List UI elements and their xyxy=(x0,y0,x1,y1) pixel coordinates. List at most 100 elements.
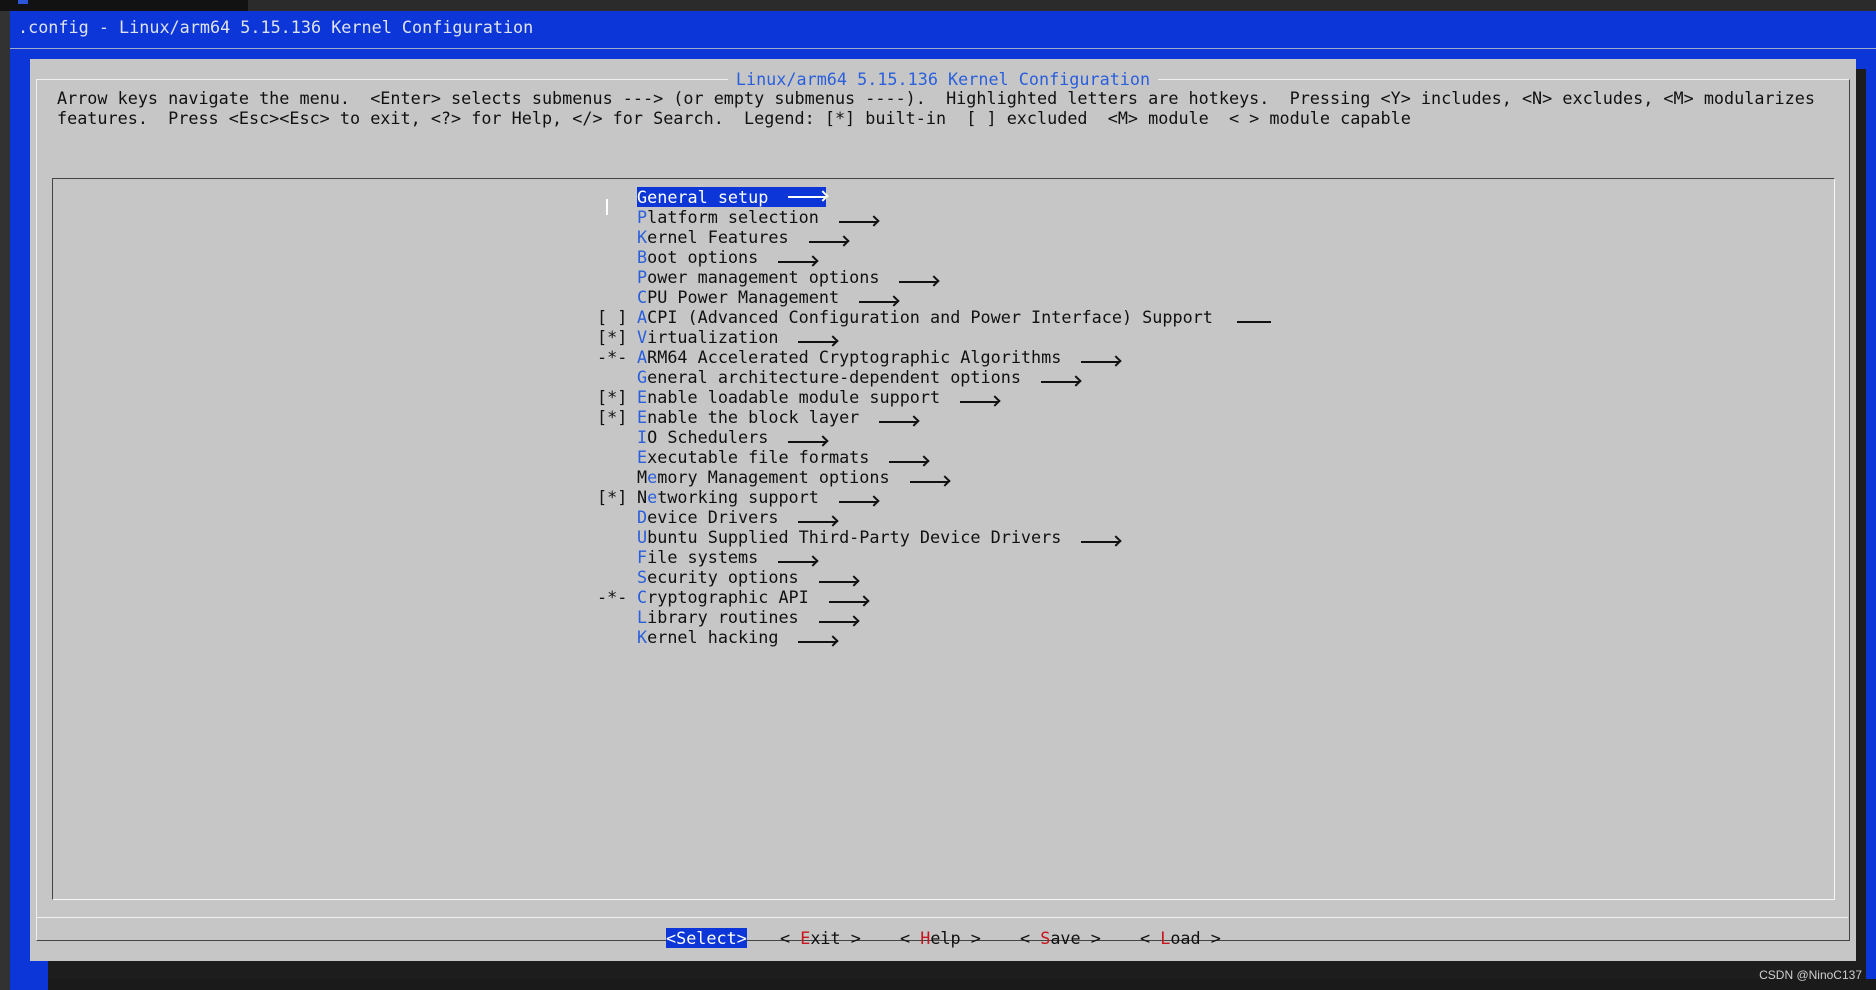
menu-item-hotkey: B xyxy=(637,247,648,267)
menu-item-text: buntu Supplied Third-Party Device Driver… xyxy=(647,527,1062,547)
menu-item[interactable]: Library routines xyxy=(597,607,1271,627)
menu-item[interactable]: Security options xyxy=(597,567,1271,587)
menu-item-text: ile systems xyxy=(647,547,759,567)
load-button-close: > xyxy=(1200,928,1221,948)
dialog-shadow xyxy=(48,961,1866,979)
menu-item[interactable]: -*- ARM64 Accelerated Cryptographic Algor… xyxy=(597,347,1271,367)
exit-button[interactable]: < Exit > xyxy=(780,928,861,948)
menu-item-text: RM64 Accelerated Cryptographic Algorithm… xyxy=(647,347,1062,367)
menu-item-label: General setup xyxy=(637,187,827,207)
menu-item-text: evice Drivers xyxy=(647,507,779,527)
menu-item-hotkey: K xyxy=(637,627,648,647)
menu-item[interactable]: [*] Enable the block layer xyxy=(597,407,1271,427)
menu-item-hotkey: e xyxy=(647,467,658,487)
menu-item-hotkey-lead: N xyxy=(637,487,648,507)
menu-item[interactable]: Kernel hacking xyxy=(597,627,1271,647)
help-text: Arrow keys navigate the menu. <Enter> se… xyxy=(57,88,1826,128)
menu-item-label: Kernel hacking xyxy=(637,627,837,647)
menu-item-text: ernel Features xyxy=(647,227,789,247)
menu-item-label: Ubuntu Supplied Third-Party Device Drive… xyxy=(637,527,1120,547)
button-divider xyxy=(36,917,1848,918)
menu-item[interactable]: Ubuntu Supplied Third-Party Device Drive… xyxy=(597,527,1271,547)
menu-item-hotkey: F xyxy=(637,547,648,567)
menu-item-label: ARM64 Accelerated Cryptographic Algorith… xyxy=(637,347,1120,367)
menu-item-hotkey: G xyxy=(637,187,648,207)
menu-item[interactable]: Memory Management options xyxy=(597,467,1271,487)
submenu-arrow-icon xyxy=(859,301,898,303)
menu-item[interactable]: Power management options xyxy=(597,267,1271,287)
menu-item-label: File systems xyxy=(637,547,817,567)
menu-item-label: ACPI (Advanced Configuration and Power I… xyxy=(637,307,1271,327)
menu-item-hotkey: G xyxy=(637,367,648,387)
menu-item-state: -*- xyxy=(597,587,628,607)
menu-item[interactable]: Device Drivers xyxy=(597,507,1271,527)
menu-item[interactable]: Kernel Features xyxy=(597,227,1271,247)
menu-item-text: PU Power Management xyxy=(647,287,840,307)
menu-item-label: Security options xyxy=(637,567,857,587)
menu-item-hotkey: P xyxy=(637,207,648,227)
terminal-tab[interactable] xyxy=(0,0,248,11)
menu-item[interactable]: IO Schedulers xyxy=(597,427,1271,447)
menu-item-hotkey: A xyxy=(637,347,648,367)
load-button[interactable]: < Load > xyxy=(1140,928,1221,948)
terminal-tab-strip xyxy=(0,0,1876,11)
menu-item[interactable]: Executable file formats xyxy=(597,447,1271,467)
menu-list[interactable]: General setup Platform selection Kernel Fe… xyxy=(597,187,1271,647)
help-button-close: > xyxy=(960,928,981,948)
menu-item[interactable]: [*] Enable loadable module support xyxy=(597,387,1271,407)
terminal-bottom-strip xyxy=(48,979,1876,990)
menu-item[interactable]: [*] Virtualization xyxy=(597,327,1271,347)
menu-item-text: eneral architecture-dependent options xyxy=(647,367,1021,387)
save-button-close: > xyxy=(1080,928,1101,948)
menu-item-label: Memory Management options xyxy=(637,467,948,487)
exit-button-label: xit xyxy=(810,928,841,948)
menu-item-text: ryptographic API xyxy=(647,587,809,607)
menu-item-text: eneral setup xyxy=(647,187,769,207)
submenu-arrow-icon xyxy=(788,196,827,198)
submenu-arrow-icon xyxy=(778,261,817,263)
submenu-arrow-icon xyxy=(838,221,877,223)
menu-item-state: [*] xyxy=(597,487,628,507)
terminal-window[interactable]: .config - Linux/arm64 5.15.136 Kernel Co… xyxy=(10,11,1876,990)
select-button[interactable]: <Select> xyxy=(666,928,747,948)
menu-item-hotkey-lead: M xyxy=(637,467,648,487)
save-button[interactable]: < Save > xyxy=(1020,928,1101,948)
menu-item[interactable]: General setup xyxy=(597,187,1271,215)
save-hotkey: S xyxy=(1040,928,1051,948)
menu-item-text: oot options xyxy=(647,247,759,267)
menu-item-text: xecutable file formats xyxy=(647,447,870,467)
load-hotkey: L xyxy=(1160,928,1171,948)
menu-item-label: Boot options xyxy=(637,247,817,267)
menu-item-hotkey: U xyxy=(637,527,648,547)
menu-item-label: IO Schedulers xyxy=(637,427,827,447)
menu-item[interactable]: -*- Cryptographic API xyxy=(597,587,1271,607)
submenu-arrow-icon xyxy=(909,481,948,483)
menu-item-state: [*] xyxy=(597,327,628,347)
menu-item-state: [*] xyxy=(597,387,628,407)
menu-item-text: ecurity options xyxy=(647,567,799,587)
menu-item-label: Virtualization xyxy=(637,327,837,347)
menu-item-hotkey: S xyxy=(637,567,648,587)
menu-item[interactable]: General architecture-dependent options xyxy=(597,367,1271,387)
menu-item-label: Executable file formats xyxy=(637,447,928,467)
watermark: CSDN @NinoC137 xyxy=(1759,968,1862,982)
menu-item-label: Library routines xyxy=(637,607,857,627)
menu-item-state: [*] xyxy=(597,407,628,427)
menu-item[interactable]: [*] Networking support xyxy=(597,487,1271,507)
menu-item-label: Enable the block layer xyxy=(637,407,918,427)
menu-item-label: Networking support xyxy=(637,487,877,507)
menu-item-hotkey: V xyxy=(637,327,648,347)
load-button-label: oad xyxy=(1170,928,1201,948)
menu-item-text: nable the block layer xyxy=(647,407,860,427)
config-title: .config - Linux/arm64 5.15.136 Kernel Co… xyxy=(18,17,534,37)
dialog-title: Linux/arm64 5.15.136 Kernel Configuratio… xyxy=(30,69,1856,89)
submenu-arrow-icon xyxy=(798,641,837,643)
menu-item[interactable]: CPU Power Management xyxy=(597,287,1271,307)
help-button[interactable]: < Help > xyxy=(900,928,981,948)
menu-item[interactable]: Boot options xyxy=(597,247,1271,267)
menu-item[interactable]: [ ] ACPI (Advanced Configuration and Powe… xyxy=(597,307,1271,327)
menu-item-text: ower management options xyxy=(647,267,880,287)
menu-item[interactable]: Platform selection xyxy=(597,207,1271,227)
menu-item[interactable]: File systems xyxy=(597,547,1271,567)
menu-item-text: ibrary routines xyxy=(647,607,799,627)
